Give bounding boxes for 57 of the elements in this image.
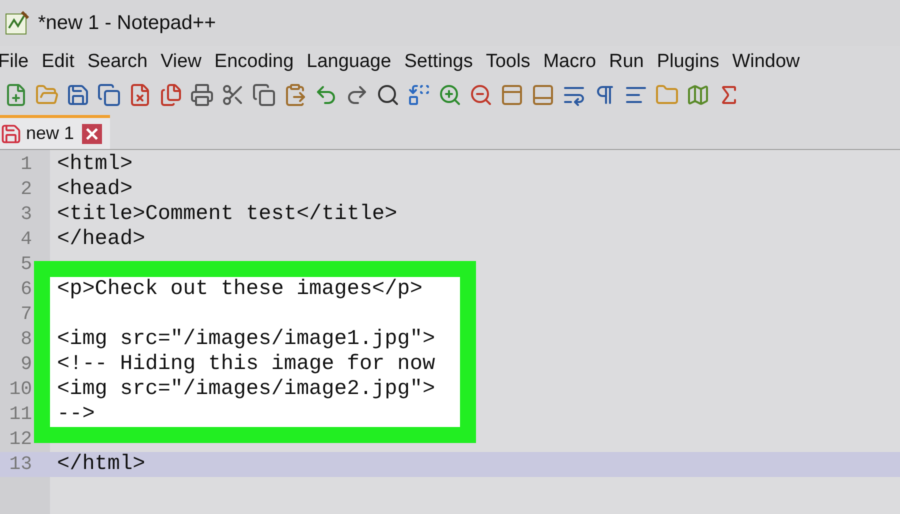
line-number: 12: [8, 427, 32, 452]
menu-item[interactable]: Encoding: [214, 48, 294, 76]
print-icon[interactable]: [190, 83, 214, 107]
tab-label: new 1: [26, 122, 74, 145]
menu-item[interactable]: Search: [87, 48, 148, 76]
redo-icon[interactable]: [345, 83, 369, 107]
menu-item[interactable]: Macro: [543, 48, 596, 76]
line-number: 5: [20, 252, 32, 278]
line-number: 2: [20, 177, 32, 202]
new-file-icon[interactable]: [4, 83, 28, 107]
find-icon[interactable]: [376, 83, 400, 107]
line-number: 1: [20, 152, 32, 178]
menu-item[interactable]: Edit: [42, 48, 74, 76]
line-number: 9: [20, 352, 32, 378]
code-line: </html>: [57, 452, 146, 478]
line-number: 11: [8, 402, 32, 428]
menu-item[interactable]: Language: [306, 48, 392, 76]
save-all-icon[interactable]: [97, 83, 121, 107]
code-line: <img src="/images/image1.jpg">: [57, 326, 436, 353]
menu-item[interactable]: View: [160, 48, 202, 76]
close-file-icon[interactable]: [128, 83, 152, 107]
line-number: 8: [20, 327, 32, 352]
window-title: *new 1 - Notepad++: [38, 11, 216, 36]
tab[interactable]: new 1: [0, 115, 110, 149]
zoom-in-icon[interactable]: [438, 83, 462, 107]
cut-icon[interactable]: [221, 83, 245, 107]
paste-icon[interactable]: [283, 83, 307, 107]
replace-icon[interactable]: [407, 83, 431, 107]
save-icon[interactable]: [66, 83, 90, 107]
map-icon[interactable]: [686, 83, 710, 107]
menu-item[interactable]: Window: [732, 48, 800, 76]
undo-icon[interactable]: [314, 83, 338, 107]
panel-icon[interactable]: [500, 83, 524, 107]
panel-icon[interactable]: [531, 83, 555, 107]
code-line: <head>: [57, 176, 133, 203]
zoom-out-icon[interactable]: [469, 83, 493, 107]
line-number: 6: [20, 277, 32, 302]
close-all-icon[interactable]: [159, 83, 183, 107]
menu-item[interactable]: Settings: [404, 48, 473, 76]
copy-icon[interactable]: [252, 83, 276, 107]
line-number: 10: [8, 377, 32, 402]
menu-item[interactable]: Tools: [486, 48, 530, 76]
code-line: <title>Comment test</title>: [57, 202, 398, 228]
line-number: 3: [20, 202, 32, 228]
code-line: <p>Check out these images</p>: [57, 276, 422, 303]
menu-item[interactable]: Plugins: [656, 48, 720, 76]
code-line: <html>: [57, 152, 133, 178]
line-number: 13: [8, 452, 32, 478]
code-line: </head>: [57, 226, 146, 253]
line-number: 4: [20, 227, 32, 252]
menu-item[interactable]: Run: [609, 48, 644, 76]
app-icon: [4, 10, 30, 36]
code-line: -->: [57, 402, 95, 428]
line-number: 7: [20, 302, 32, 328]
code-line: <!-- Hiding this image for now: [57, 352, 436, 378]
code-line: <img src="/images/image2.jpg">: [57, 376, 436, 403]
close-icon[interactable]: [82, 124, 102, 144]
